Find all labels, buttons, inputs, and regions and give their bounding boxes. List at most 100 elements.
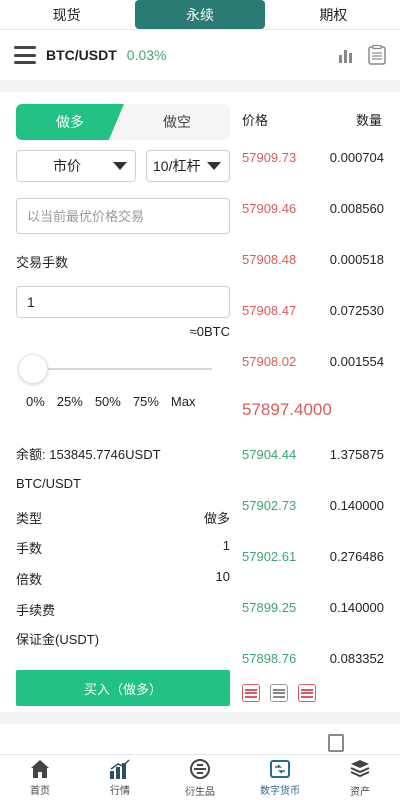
nav-label: 衍生品 xyxy=(185,786,215,798)
bid-price: 57904.44 xyxy=(242,447,297,462)
type-value: 做多 xyxy=(203,511,230,526)
qty-label: 交易手数 xyxy=(16,255,69,270)
lots-label: 手数 xyxy=(16,541,43,556)
multiple-value: 10 xyxy=(215,569,230,584)
home-icon xyxy=(31,759,49,778)
balance-text: 余额: 153845.7746USDT xyxy=(16,447,161,462)
long-button[interactable]: 做多 xyxy=(16,104,124,140)
type-label: 类型 xyxy=(16,511,43,526)
orders-icon[interactable] xyxy=(368,45,386,65)
multiple-row: 倍数 10 xyxy=(16,569,230,588)
lots-row: 手数 1 xyxy=(16,538,230,557)
ask-row[interactable]: 57909.73 0.000704 xyxy=(242,150,384,165)
bid-qty: 0.083352 xyxy=(329,651,384,666)
orderbook-qty-header: 数量 xyxy=(356,113,383,128)
derivatives-icon xyxy=(190,758,210,779)
ask-price: 57908.02 xyxy=(242,354,297,369)
order-type-select[interactable]: 市价 xyxy=(16,150,136,182)
bid-row[interactable]: 57904.44 1.375875 xyxy=(242,447,384,462)
ask-row[interactable]: 57908.47 0.072530 xyxy=(242,303,384,318)
side-toggle: 做多 做空 xyxy=(16,104,230,140)
short-button[interactable]: 做空 xyxy=(110,104,230,140)
nav-home[interactable]: 首页 xyxy=(0,755,80,800)
bid-qty: 0.140000 xyxy=(329,600,384,615)
crypto-icon xyxy=(270,759,290,778)
bid-qty: 0.276486 xyxy=(329,549,384,564)
nav-market[interactable]: 行情 xyxy=(80,755,160,800)
percent-options: 0% 25% 50% 75% Max xyxy=(26,394,195,409)
ask-price: 57908.48 xyxy=(242,252,297,267)
ask-qty: 0.008560 xyxy=(329,201,384,216)
fee-label: 手续费 xyxy=(16,603,56,618)
ask-price: 57909.46 xyxy=(242,201,297,216)
nav-derivatives[interactable]: 衍生品 xyxy=(160,755,240,800)
ask-qty: 0.001554 xyxy=(329,354,384,369)
pair-header: BTC/USDT 0.03% xyxy=(0,30,400,80)
caret-down-icon xyxy=(207,162,221,170)
orderbook-bids-icon[interactable] xyxy=(270,684,288,702)
percent-25[interactable]: 25% xyxy=(57,394,83,409)
ask-price: 57908.47 xyxy=(242,303,297,318)
qty-slider[interactable] xyxy=(18,354,214,384)
orderbook-both-icon[interactable] xyxy=(242,684,260,702)
ask-row[interactable]: 57908.02 0.001554 xyxy=(242,354,384,369)
bid-row[interactable]: 57899.25 0.140000 xyxy=(242,600,384,615)
ask-qty: 0.072530 xyxy=(329,303,384,318)
percent-75[interactable]: 75% xyxy=(133,394,159,409)
percent-0[interactable]: 0% xyxy=(26,394,45,409)
bottom-nav: 首页 行情 衍生品 数字货币 资产 xyxy=(0,754,400,800)
clipboard-icon[interactable] xyxy=(328,734,344,752)
menu-icon[interactable] xyxy=(14,46,36,64)
pair-name[interactable]: BTC/USDT xyxy=(46,47,117,63)
ask-qty: 0.000518 xyxy=(329,252,384,267)
ask-qty: 0.000704 xyxy=(329,150,384,165)
nav-label: 行情 xyxy=(110,785,130,797)
tab-perpetual[interactable]: 永续 xyxy=(135,0,265,29)
price-input[interactable] xyxy=(16,198,230,234)
margin-label: 保证金(USDT) xyxy=(16,632,100,647)
orderbook-asks-icon[interactable] xyxy=(298,684,316,702)
positions-strip xyxy=(0,724,400,754)
tab-spot[interactable]: 现货 xyxy=(2,0,131,29)
orderbook-mode-switch xyxy=(242,684,316,702)
nav-assets[interactable]: 资产 xyxy=(320,755,400,800)
qty-input[interactable] xyxy=(16,286,230,318)
multiple-label: 倍数 xyxy=(16,572,43,587)
last-price: 57897.4000 xyxy=(242,400,332,419)
leverage-value: 10/杠杆 xyxy=(153,158,201,174)
nav-crypto[interactable]: 数字货币 xyxy=(240,755,320,800)
percent-50[interactable]: 50% xyxy=(95,394,121,409)
leverage-select[interactable]: 10/杠杆 xyxy=(146,150,230,182)
symbol-text: BTC/USDT xyxy=(16,476,81,491)
lots-value: 1 xyxy=(222,538,230,553)
percent-max[interactable]: Max xyxy=(171,394,196,409)
bid-row[interactable]: 57902.61 0.276486 xyxy=(242,549,384,564)
order-type-value: 市价 xyxy=(53,158,81,174)
bid-row[interactable]: 57902.73 0.140000 xyxy=(242,498,384,513)
ask-price: 57909.73 xyxy=(242,150,297,165)
bid-qty: 0.140000 xyxy=(329,498,384,513)
pair-change: 0.03% xyxy=(126,47,167,63)
type-row: 类型 做多 xyxy=(16,508,230,527)
bid-price: 57898.76 xyxy=(242,651,297,666)
caret-down-icon xyxy=(113,162,127,170)
ask-row[interactable]: 57908.48 0.000518 xyxy=(242,252,384,267)
bid-price: 57902.61 xyxy=(242,549,297,564)
bid-price: 57902.73 xyxy=(242,498,297,513)
bid-row[interactable]: 57898.76 0.083352 xyxy=(242,651,384,666)
nav-label: 数字货币 xyxy=(260,785,300,797)
trade-panel: 做多 做空 市价 10/杠杆 交易手数 ≈0BTC 0% 25% 50% 75%… xyxy=(0,92,400,712)
buy-long-button[interactable]: 买入（做多） xyxy=(16,670,230,706)
orderbook-price-header: 价格 xyxy=(242,113,269,128)
nav-label: 资产 xyxy=(350,786,370,798)
market-icon xyxy=(110,758,130,779)
ask-row[interactable]: 57909.46 0.008560 xyxy=(242,201,384,216)
assets-icon xyxy=(350,759,370,777)
bid-price: 57899.25 xyxy=(242,600,297,615)
slider-track[interactable] xyxy=(32,368,212,370)
slider-knob[interactable] xyxy=(18,354,48,384)
approx-value: ≈0BTC xyxy=(189,324,230,339)
tab-options[interactable]: 期权 xyxy=(269,0,398,29)
chart-icon[interactable] xyxy=(338,47,354,63)
nav-label: 首页 xyxy=(30,785,50,797)
